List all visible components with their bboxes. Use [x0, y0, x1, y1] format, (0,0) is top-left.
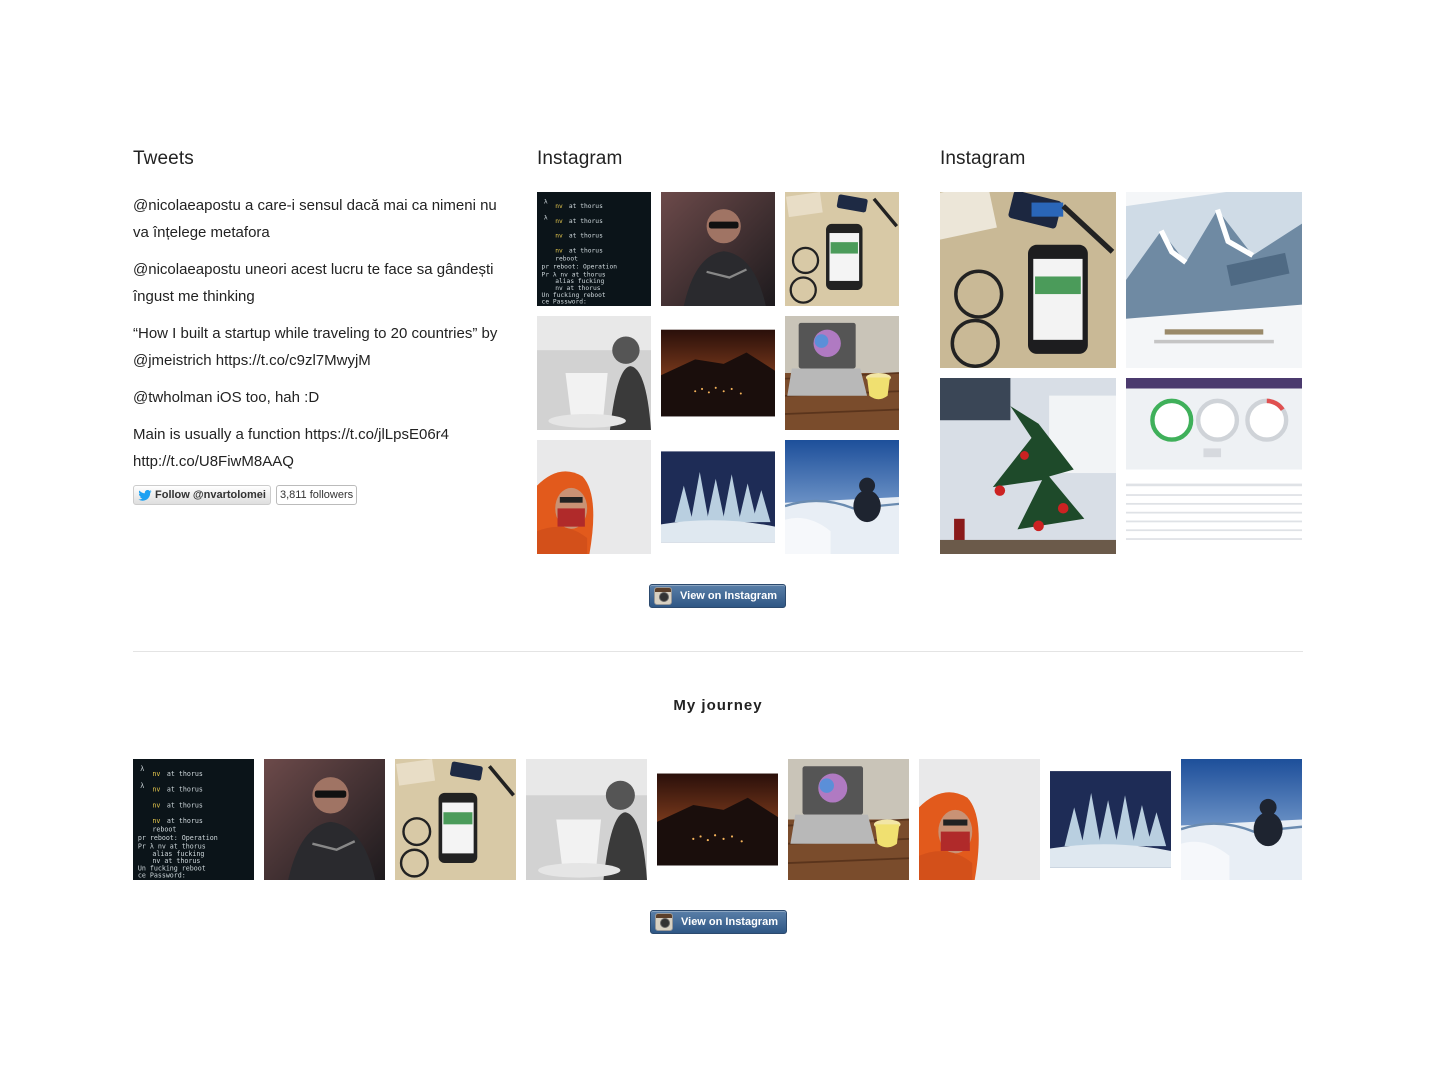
- driver-selfie-photo[interactable]: [264, 759, 385, 880]
- instagram-title: Instagram: [537, 148, 623, 169]
- svg-text:nv: nv: [152, 817, 160, 825]
- journey-title: My journey: [673, 697, 763, 714]
- website-screenshot-photo[interactable]: [1126, 192, 1302, 368]
- svg-text:at thorus: at thorus: [569, 203, 603, 210]
- phone-desk-photo[interactable]: [785, 192, 899, 306]
- tweet-item[interactable]: @nicolaeapostu a care-i sensul dacă mai …: [133, 192, 505, 246]
- svg-text:nv: nv: [555, 203, 563, 210]
- view-on-instagram-label: View on Instagram: [681, 916, 778, 928]
- coffee-cup-photo[interactable]: [537, 316, 651, 430]
- followers-count: 3,811 followers: [275, 485, 358, 505]
- snow-selfie-photo[interactable]: [919, 759, 1040, 880]
- svg-text:nv: nv: [555, 233, 563, 240]
- view-on-instagram-button[interactable]: View on Instagram: [650, 910, 787, 934]
- svg-text:pr reboot: Operation: pr reboot: Operation: [542, 263, 618, 270]
- svg-text:λ: λ: [140, 765, 144, 773]
- terminal-photo[interactable]: λ nv at thorus λ nv at thorus nv at thorus nv…: [133, 759, 254, 880]
- svg-text:nv: nv: [555, 247, 563, 254]
- mountain-snow-photo[interactable]: [1181, 759, 1302, 880]
- christmas-tree-photo[interactable]: [940, 378, 1116, 554]
- svg-text:nv: nv: [555, 218, 563, 225]
- svg-text:nv: nv: [152, 801, 160, 809]
- mountain-snow-photo[interactable]: [785, 440, 899, 554]
- snowy-trees-photo[interactable]: [1050, 759, 1171, 880]
- svg-text:at thorus: at thorus: [569, 218, 603, 225]
- svg-text:λ: λ: [140, 782, 144, 790]
- svg-text:at thorus: at thorus: [167, 817, 203, 825]
- driver-selfie-photo[interactable]: [661, 192, 775, 306]
- tweet-item[interactable]: Main is usually a function https://t.co/…: [133, 421, 493, 475]
- svg-text:at thorus: at thorus: [167, 801, 203, 809]
- tweet-item[interactable]: @twholman iOS too, hah :D: [133, 384, 505, 411]
- svg-text:ce Password:: ce Password:: [138, 872, 186, 880]
- tweet-text[interactable]: @twholman iOS too, hah :D: [133, 389, 319, 406]
- tweet-text[interactable]: @nicolaeapostu uneori acest lucru te fac…: [133, 261, 493, 305]
- follow-label: Follow @nvartolomei: [155, 489, 266, 501]
- svg-text:reboot: reboot: [152, 826, 176, 834]
- follow-button[interactable]: Follow @nvartolomei: [133, 485, 271, 505]
- svg-text:pr reboot: Operation: pr reboot: Operation: [138, 834, 218, 842]
- tweet-item[interactable]: “How I built a startup while traveling t…: [133, 320, 505, 374]
- twitter-follow-widget: Follow @nvartolomei 3,811 followers: [133, 485, 358, 505]
- coffee-cup-photo[interactable]: [526, 759, 647, 880]
- tweet-text[interactable]: Main is usually a function https://t.co/…: [133, 426, 449, 470]
- night-city-photo[interactable]: [661, 316, 775, 430]
- laptop-coffee-photo[interactable]: [785, 316, 899, 430]
- section-divider: [133, 651, 1303, 652]
- snowy-trees-photo[interactable]: [661, 440, 775, 554]
- svg-text:at thorus: at thorus: [167, 786, 203, 794]
- tweet-text[interactable]: @nicolaeapostu a care-i sensul dacă mai …: [133, 197, 497, 241]
- svg-text:reboot: reboot: [555, 255, 578, 262]
- svg-text:λ: λ: [544, 198, 548, 205]
- twitter-bird-icon: [138, 489, 152, 501]
- phone-desk-photo[interactable]: [940, 192, 1116, 368]
- snow-selfie-photo[interactable]: [537, 440, 651, 554]
- svg-text:ce Password:: ce Password:: [542, 299, 587, 306]
- svg-text:at thorus: at thorus: [167, 770, 203, 778]
- tweet-item[interactable]: @nicolaeapostu uneori acest lucru te fac…: [133, 256, 505, 310]
- instagram-camera-icon: [655, 913, 673, 931]
- svg-text:at thorus: at thorus: [569, 247, 603, 254]
- phone-desk-photo[interactable]: [395, 759, 516, 880]
- laptop-coffee-photo[interactable]: [788, 759, 909, 880]
- instagram-title-secondary: Instagram: [940, 148, 1026, 169]
- dashboard-screenshot-photo[interactable]: [1126, 378, 1302, 554]
- svg-text:at thorus: at thorus: [569, 233, 603, 240]
- tweets-title: Tweets: [133, 148, 194, 169]
- terminal-photo[interactable]: λ nv at thorus λ nv at thorus nv at thorus nv…: [537, 192, 651, 306]
- svg-text:nv: nv: [152, 786, 160, 794]
- svg-text:nv: nv: [152, 770, 160, 778]
- view-on-instagram-button[interactable]: View on Instagram: [649, 584, 786, 608]
- view-on-instagram-label: View on Instagram: [680, 590, 777, 602]
- tweet-text[interactable]: “How I built a startup while traveling t…: [133, 325, 497, 369]
- instagram-camera-icon: [654, 587, 672, 605]
- night-city-photo[interactable]: [657, 759, 778, 880]
- svg-text:λ: λ: [544, 214, 548, 221]
